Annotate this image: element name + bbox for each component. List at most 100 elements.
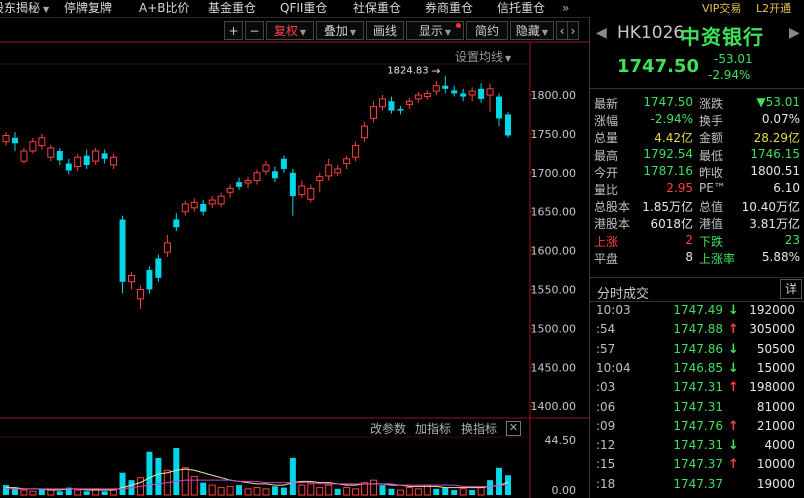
quote-label-2: PE™ (699, 181, 726, 195)
close-indicator-icon[interactable]: ✕ (506, 421, 521, 436)
menu-suspension[interactable]: 停牌复牌 (64, 0, 112, 16)
volume-bar (244, 488, 252, 496)
volume-bar (289, 457, 296, 495)
quote-value-2: 23 (784, 232, 800, 247)
menu-more-icon[interactable]: » (562, 0, 569, 16)
candlestick-chart[interactable]: 1800.00 1750.00 1700.00 1650.00 1600.00 1550.… (0, 0, 589, 498)
trade-volume: 10000 (756, 457, 795, 472)
candle (432, 85, 440, 92)
candle (101, 153, 108, 159)
candle (236, 182, 243, 187)
adjust-button[interactable]: 复权 ▼ (266, 21, 314, 40)
up-arrow-icon: ↑ (728, 418, 739, 434)
candle (181, 203, 189, 213)
candle (451, 90, 458, 94)
quote-value: 1.85万亿 (642, 200, 693, 215)
zoom-out-button[interactable]: − (245, 21, 264, 40)
candle (343, 158, 351, 164)
overlay-button[interactable]: 叠加 ▼ (316, 21, 364, 40)
candle (316, 176, 324, 182)
quote-label: 今开 (594, 165, 619, 180)
volume-bar (101, 491, 108, 495)
menu-shareholder[interactable]: 股东揭秘▼ (0, 0, 49, 18)
quote-value: -2.94% (650, 112, 693, 127)
candle (173, 219, 180, 228)
quote-value-2: 28.29亿 (753, 131, 800, 146)
trade-price: 1747.88 (673, 322, 723, 337)
candle (496, 96, 503, 119)
vip-trade-link[interactable]: VIP交易 (702, 0, 741, 16)
quote-label-2: 换手 (699, 114, 724, 129)
quote-value-2: ▼53.01 (756, 95, 800, 109)
volume-bar (74, 489, 82, 496)
trade-time: :15 (596, 457, 616, 472)
price-change: -53.01 (714, 52, 753, 66)
change-params-button[interactable]: 改参数 (370, 420, 406, 437)
trade-volume: 4000 (764, 438, 795, 453)
current-price: 1747.50 (617, 56, 699, 77)
hide-button[interactable]: 隐藏 ▼ (510, 21, 554, 40)
volume-bar (56, 491, 63, 495)
trade-row: 10:03 1747.49 ↓ 192000 (590, 303, 804, 322)
switch-indicator-button[interactable]: 换指标 (461, 420, 497, 437)
quote-value: 1747.50 (643, 95, 693, 109)
volume-bar (280, 487, 287, 495)
candle (2, 134, 10, 143)
volume-bar (487, 480, 494, 495)
volume-bar (343, 487, 351, 496)
prev-stock-icon[interactable]: ◀ (596, 25, 607, 41)
trade-row: :18 1747.37 19000 (590, 477, 804, 496)
menu-fund-holdings[interactable]: 基金重仓 (208, 0, 256, 16)
notification-dot (456, 23, 461, 28)
trade-list-title: 分时成交 (597, 287, 650, 302)
menu-trust-holdings[interactable]: 信托重仓 (497, 0, 545, 16)
divider (590, 301, 804, 302)
add-indicator-button[interactable]: 加指标 (415, 420, 451, 437)
trade-price: 1747.31 (673, 438, 723, 453)
volume-bar (190, 475, 198, 496)
volume-bar (370, 479, 378, 496)
quote-label-2: 最低 (699, 148, 724, 163)
quote-label: 总量 (594, 131, 619, 146)
volume-bar (47, 489, 55, 496)
candle (244, 180, 252, 184)
zoom-in-button[interactable]: + (224, 21, 243, 40)
candle (289, 172, 296, 197)
volume-bar (181, 467, 189, 496)
trade-time: :09 (596, 418, 616, 433)
menu-social-security-holdings[interactable]: 社保重仓 (353, 0, 401, 16)
menu-qfii-holdings[interactable]: QFII重仓 (280, 0, 327, 16)
next-stock-icon[interactable]: ▶ (789, 25, 800, 41)
price-axis-label: 1500.00 (531, 322, 577, 335)
trade-time: :57 (596, 341, 616, 356)
candle (83, 155, 90, 166)
quote-label: 最高 (594, 148, 619, 163)
menu-ab-compare[interactable]: A+B比价 (139, 0, 190, 16)
price-axis-label: 1550.00 (531, 284, 577, 297)
volume-bar (396, 489, 404, 496)
volume-bar (119, 472, 126, 495)
stock-name: 中资银行 (680, 25, 764, 49)
candle (298, 185, 306, 196)
simple-mode-button[interactable]: 简约 (466, 21, 508, 40)
trade-volume: 21000 (756, 418, 795, 433)
volume-ma-line (6, 468, 509, 491)
volume-bar (217, 487, 225, 496)
l2-open-link[interactable]: L2开通 (756, 0, 791, 16)
trade-volume: 19000 (756, 476, 795, 491)
candle (370, 106, 378, 119)
candle (200, 203, 207, 212)
down-arrow-icon: ↓ (728, 341, 739, 357)
draw-line-button[interactable]: 画线 (366, 21, 404, 40)
quote-value: 2.95 (666, 181, 693, 195)
set-ma-button[interactable]: 设置均线 ▼ (455, 48, 511, 65)
price-axis-label: 1600.00 (531, 245, 577, 258)
trade-time: :12 (596, 438, 616, 453)
next-icon[interactable]: › (567, 21, 579, 40)
quote-label-2: 昨收 (699, 165, 724, 180)
price-change-pct: -2.94% (708, 68, 751, 82)
volume-bar (298, 484, 306, 496)
trade-detail-button[interactable]: 详 (780, 279, 802, 299)
menu-broker-holdings[interactable]: 券商重仓 (425, 0, 473, 16)
candle (505, 114, 511, 136)
